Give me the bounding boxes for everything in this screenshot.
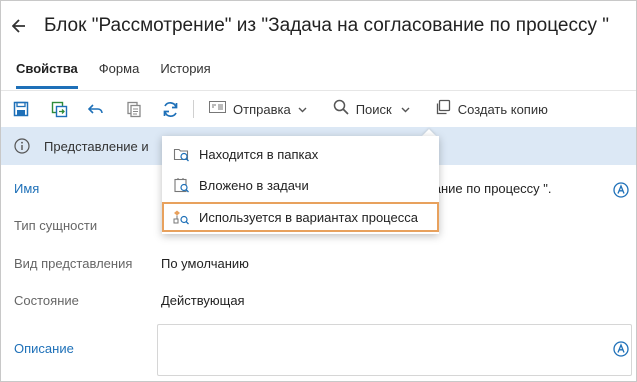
state-row: Состояние Действующая [1, 293, 636, 323]
info-icon [14, 138, 30, 154]
send-label: Отправка [233, 101, 291, 117]
duplicate-icon [435, 99, 451, 120]
description-field[interactable] [157, 324, 632, 376]
view-type-row: Вид представления По умолчанию [1, 256, 636, 286]
title-bar: Блок "Рассмотрение" из "Задача на соглас… [1, 1, 636, 51]
tab-form[interactable]: Форма [99, 53, 140, 89]
state-label: Состояние [14, 293, 79, 308]
search-icon [333, 99, 349, 120]
save-icon[interactable] [12, 100, 30, 118]
localization-icon[interactable] [613, 182, 629, 198]
save-and-close-icon[interactable] [50, 100, 68, 118]
chevron-down-icon [401, 100, 410, 118]
tab-history[interactable]: История [160, 53, 210, 89]
create-copy-button[interactable]: Создать копию [435, 99, 548, 120]
name-label: Имя [14, 181, 40, 196]
send-icon [209, 100, 226, 118]
card-window: Блок "Рассмотрение" из "Задача на соглас… [0, 0, 637, 382]
state-value[interactable]: Действующая [161, 293, 245, 308]
undo-icon[interactable] [87, 100, 105, 118]
menu-item-label: Используется в вариантах процесса [199, 209, 418, 225]
menu-item-used-in-process-variants[interactable]: Используется в вариантах процесса [162, 202, 439, 232]
dropdown-pointer [422, 129, 436, 136]
menu-item-in-folders[interactable]: Находится в папках [162, 139, 439, 169]
search-label: Поиск [355, 101, 392, 117]
process-search-icon [173, 209, 190, 226]
toolbar-separator [193, 100, 194, 118]
localization-icon[interactable] [613, 341, 629, 357]
menu-item-label: Вложено в задачи [199, 177, 309, 193]
view-type-value[interactable]: По умолчанию [161, 256, 249, 271]
create-copy-label: Создать копию [457, 101, 548, 117]
menu-item-label: Находится в папках [199, 146, 319, 162]
back-arrow-icon[interactable] [12, 16, 26, 36]
view-type-label: Вид представления [14, 256, 133, 271]
window-title: Блок "Рассмотрение" из "Задача на соглас… [44, 15, 609, 36]
tab-bar: Свойства Форма История [1, 53, 217, 89]
info-text: Представление и [44, 138, 149, 154]
chevron-down-icon [298, 100, 307, 118]
send-button[interactable]: Отправка [209, 100, 307, 118]
search-dropdown-menu: Находится в папках Вложено в задачи Испо… [162, 136, 439, 234]
name-value[interactable]: вание по процессу ". [427, 181, 552, 196]
folder-search-icon [173, 146, 190, 163]
task-search-icon [173, 177, 190, 194]
tab-properties[interactable]: Свойства [16, 53, 78, 89]
copy-document-icon[interactable] [125, 100, 143, 118]
entity-type-label: Тип сущности [14, 218, 98, 233]
menu-item-attached-to-tasks[interactable]: Вложено в задачи [162, 170, 439, 200]
search-button[interactable]: Поиск [333, 99, 410, 120]
refresh-icon[interactable] [161, 100, 179, 118]
toolbar: Отправка Поиск Создать копию [1, 90, 636, 127]
description-label: Описание [14, 341, 74, 356]
